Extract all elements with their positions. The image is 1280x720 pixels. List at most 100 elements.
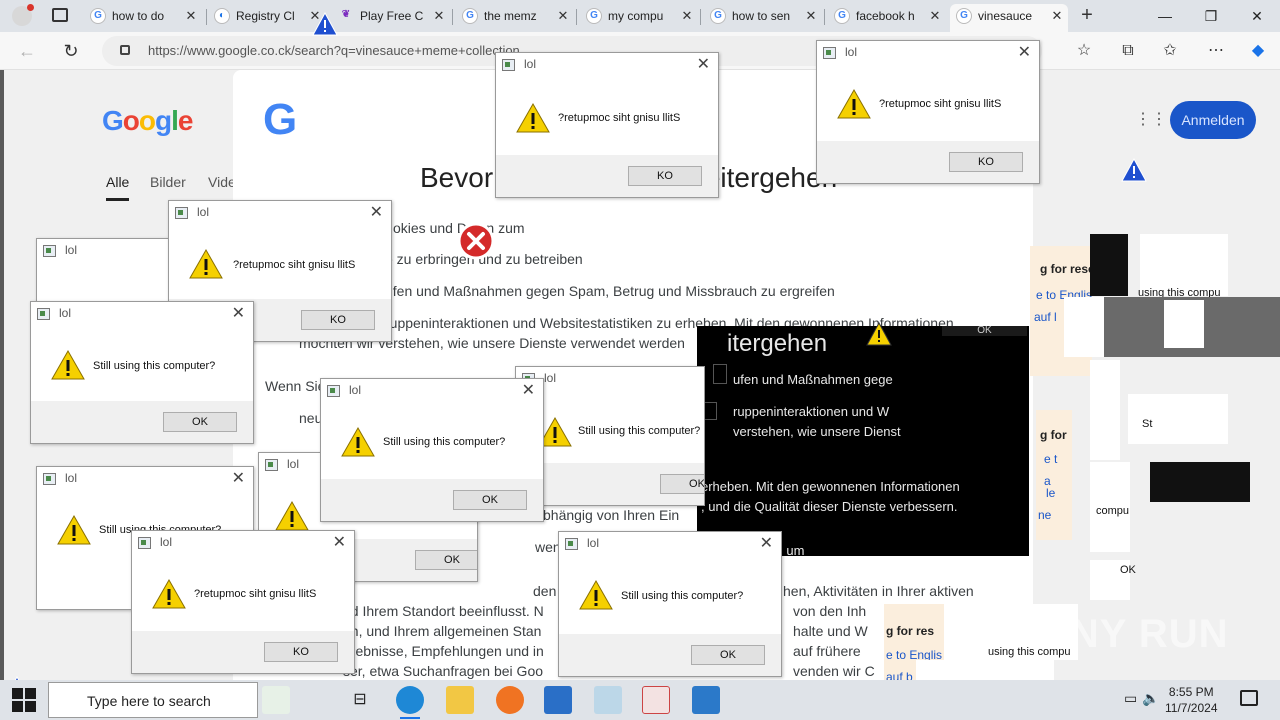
dialog-ok-button[interactable]: KO xyxy=(949,152,1023,172)
tab-close-icon[interactable]: ✕ xyxy=(804,4,818,28)
browser-tab-label: vinesauce xyxy=(978,9,1033,23)
clock-time: 8:55 PM xyxy=(1168,685,1214,699)
dialog-close-icon[interactable]: ✕ xyxy=(760,533,773,553)
tab-videos[interactable]: Vide xyxy=(208,174,236,190)
dialog-close-icon[interactable]: ✕ xyxy=(232,468,245,488)
tab-separator xyxy=(824,9,825,25)
dialog-close-icon[interactable]: ✕ xyxy=(522,380,535,400)
firefox-icon[interactable] xyxy=(496,686,524,714)
dialog-message: ?retupmoc siht gnisu llitS xyxy=(233,259,356,271)
tab-close-icon[interactable]: ✕ xyxy=(1050,4,1064,28)
dialog-app-icon xyxy=(502,59,515,71)
favorites-icon[interactable]: ✩ xyxy=(1160,41,1180,61)
more-options-icon[interactable]: ⋯ xyxy=(1206,41,1226,61)
volume-icon[interactable]: 🔈 xyxy=(1142,690,1159,707)
warning-dialog[interactable]: lol xyxy=(36,238,176,308)
dialog-title: lol xyxy=(349,383,362,397)
dialog-app-icon xyxy=(37,308,50,320)
warning-dialog[interactable]: lol ✕ ?retupmoc siht gnisu llitS KO xyxy=(495,52,719,198)
consent-text: auf frühere xyxy=(793,643,861,659)
browser-tab-active[interactable]: G vinesauce ✕ xyxy=(950,4,1068,32)
warning-icon xyxy=(57,515,91,545)
dialog-ok-button[interactable]: OK xyxy=(163,412,237,432)
dialog-ok-button[interactable]: OK xyxy=(415,550,477,570)
document-icon[interactable] xyxy=(642,686,670,714)
browser-tab[interactable]: G how to do ✕ xyxy=(84,4,202,32)
dialog-close-icon[interactable]: ✕ xyxy=(697,54,710,74)
browser-tab[interactable]: G facebook h ✕ xyxy=(828,4,946,32)
tab-close-icon[interactable]: ✕ xyxy=(432,4,446,28)
dialog-close-icon[interactable]: ✕ xyxy=(333,532,346,552)
dialog-ok-button[interactable]: KO xyxy=(301,310,375,330)
new-tab-button[interactable]: + xyxy=(1077,4,1097,28)
tab-close-icon[interactable]: ✕ xyxy=(928,4,942,28)
warning-dialog[interactable]: lol ✕ Still using this computer? OK xyxy=(30,301,254,444)
address-bar-url[interactable]: https://www.google.co.ck/search?q=vinesa… xyxy=(148,43,520,58)
dialog-close-icon[interactable]: ✕ xyxy=(370,202,383,222)
warning-dialog[interactable]: lol ✕ Still using this computer? OK xyxy=(320,378,544,522)
browser-tab[interactable]: ◐ Registry Cl ✕ xyxy=(208,4,326,32)
glitch-text: St xyxy=(1142,418,1153,430)
maximize-button[interactable]: ❐ xyxy=(1188,4,1234,28)
glitch-text: auf l xyxy=(1034,310,1057,324)
window-close-button[interactable]: ✕ xyxy=(1234,4,1280,28)
lab-flasks-icon[interactable] xyxy=(262,686,290,714)
glitch-text: ne xyxy=(1038,508,1052,522)
sign-in-button[interactable]: Anmelden xyxy=(1170,101,1256,139)
tab-images[interactable]: Bilder xyxy=(150,174,186,190)
notepad-icon[interactable] xyxy=(594,686,622,714)
edge-browser-icon[interactable] xyxy=(396,686,424,719)
browser-tab[interactable]: G how to sen ✕ xyxy=(704,4,822,32)
dialog-ok-button[interactable]: KO xyxy=(628,166,702,186)
app-window-icon[interactable] xyxy=(544,686,572,714)
warning-dialog[interactable]: lol ✕ Still using this computer? OK xyxy=(558,531,782,677)
collections-icon[interactable]: ⧉ xyxy=(1118,41,1138,61)
notification-icon[interactable] xyxy=(1240,690,1258,706)
windows-taskbar: Type here to search ⊟ ▭ 🔈 8:55 PM 11/7/2… xyxy=(0,680,1280,720)
browser-tab-label: Play Free C xyxy=(360,9,424,23)
dialog-footer: KO xyxy=(132,631,354,673)
gear-app-icon[interactable] xyxy=(692,686,720,714)
browser-tab[interactable]: ❦ Play Free C ✕ xyxy=(332,4,450,32)
tab-actions-icon[interactable] xyxy=(52,8,68,22)
warning-dialog[interactable]: lol ✕ ?retupmoc siht gnisu llitS KO xyxy=(131,530,355,674)
file-explorer-icon[interactable] xyxy=(446,686,474,714)
copilot-icon[interactable]: ◆ xyxy=(1248,41,1268,61)
dialog-close-icon[interactable]: ✕ xyxy=(1018,42,1031,62)
google-favicon-icon: G xyxy=(834,8,850,24)
tab-close-icon[interactable]: ✕ xyxy=(556,4,570,28)
browser-tab[interactable]: G my compu ✕ xyxy=(580,4,698,32)
dialog-app-icon xyxy=(138,537,151,549)
dialog-footer: OK xyxy=(321,479,543,521)
logo-letter: G xyxy=(102,105,124,136)
browser-tab[interactable]: G the memz ✕ xyxy=(456,4,574,32)
glitch-dark-panel: itergehen ufen und Maßnahmen gege ruppen… xyxy=(697,326,1029,556)
lock-icon xyxy=(120,45,130,55)
profile-avatar-icon[interactable] xyxy=(12,4,34,26)
dialog-ok-button[interactable]: KO xyxy=(264,642,338,662)
task-view-icon[interactable]: ⊟ xyxy=(346,686,374,714)
warning-dialog[interactable]: lol ✕ ?retupmoc siht gnisu llitS KO xyxy=(816,40,1040,184)
registry-favicon-icon: ◐ xyxy=(214,8,230,24)
favorite-star-icon[interactable]: ☆ xyxy=(1074,41,1094,61)
start-windows-icon[interactable] xyxy=(12,688,36,712)
tab-all[interactable]: Alle xyxy=(106,174,130,201)
taskbar-search-box[interactable]: Type here to search xyxy=(48,682,258,718)
minimize-button[interactable]: — xyxy=(1142,4,1188,28)
network-icon[interactable]: ▭ xyxy=(1124,690,1137,707)
tab-close-icon[interactable]: ✕ xyxy=(184,4,198,28)
dialog-app-icon xyxy=(175,207,188,219)
google-logo[interactable]: Google xyxy=(102,105,193,137)
reload-icon[interactable]: ↻ xyxy=(60,40,82,62)
dialog-close-icon[interactable]: ✕ xyxy=(232,303,245,323)
warning-icon xyxy=(341,427,375,457)
dialog-ok-button[interactable]: OK xyxy=(691,645,765,665)
system-clock[interactable]: 8:55 PM 11/7/2024 xyxy=(1165,684,1218,716)
google-apps-icon[interactable]: ⋮⋮ xyxy=(1135,111,1167,129)
tab-close-icon[interactable]: ✕ xyxy=(680,4,694,28)
dialog-ok-button[interactable]: OK xyxy=(453,490,527,510)
back-arrow-icon[interactable]: ← xyxy=(16,40,38,62)
glitch-ok-button[interactable]: OK xyxy=(942,326,1027,336)
glitch-text: erheben. Mit den gewonnenen Informatione… xyxy=(701,479,960,494)
dialog-ok-button[interactable]: OK xyxy=(660,474,704,494)
